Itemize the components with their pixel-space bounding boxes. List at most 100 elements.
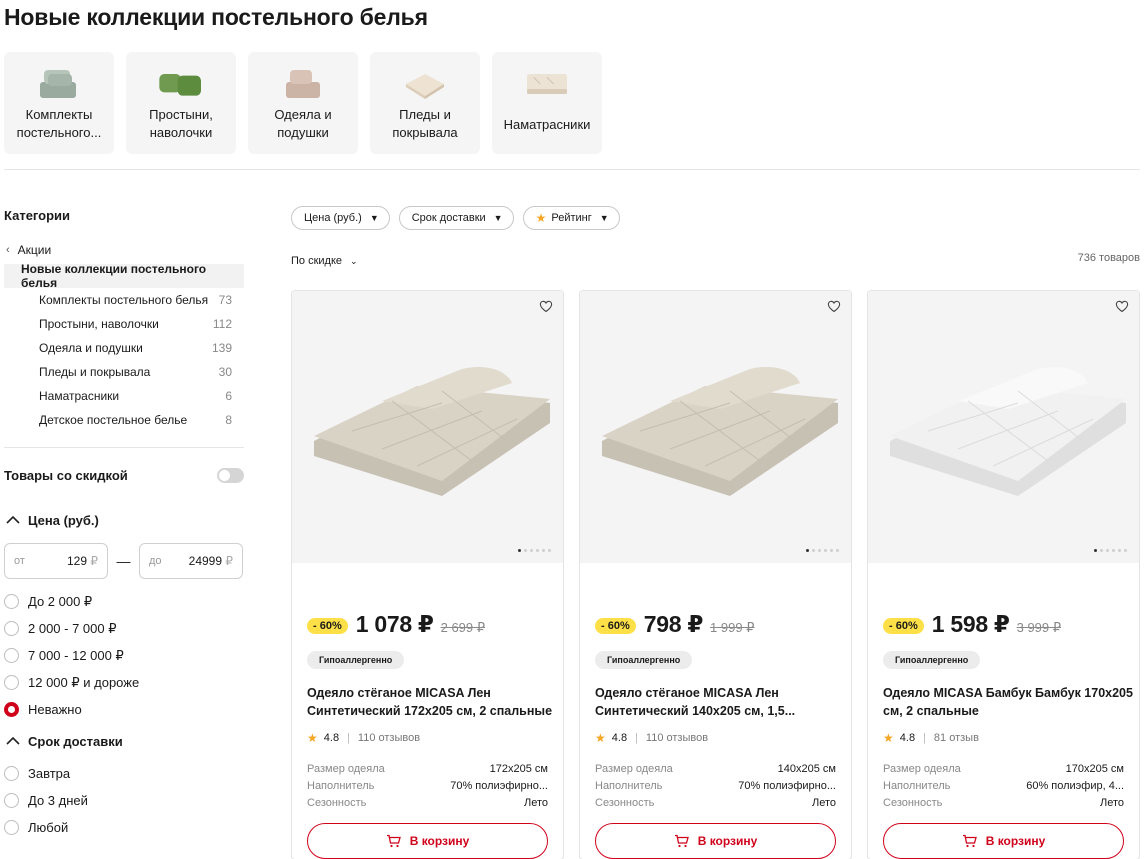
back-link-label: Акции bbox=[17, 243, 52, 257]
category-card-bedding-sets[interactable]: Комплекты постельного... bbox=[4, 52, 114, 154]
radio-label: Любой bbox=[28, 820, 69, 835]
subcategory-item[interactable]: Детское постельное белье 8 bbox=[39, 408, 232, 432]
rating-row: ★ 4.8 | 110 отзывов bbox=[307, 731, 420, 745]
spec-list: Размер одеяла 172x205 см Наполнитель 70% по… bbox=[307, 760, 548, 811]
subcategory-item[interactable]: Наматрасники 6 bbox=[39, 384, 232, 408]
discount-badge: - 60% bbox=[595, 618, 636, 634]
spec-row: Сезонность Лето bbox=[307, 794, 548, 811]
spec-value: Лето bbox=[811, 796, 836, 809]
image-pager[interactable] bbox=[518, 549, 551, 552]
reviews-link[interactable]: 110 отзывов bbox=[358, 732, 420, 744]
price-to-placeholder: до bbox=[149, 555, 162, 567]
product-image[interactable] bbox=[580, 291, 851, 563]
category-card-throws[interactable]: Пледы и покрывала bbox=[370, 52, 480, 154]
subcategory-item[interactable]: Одеяла и подушки 139 bbox=[39, 336, 232, 360]
delivery-option[interactable]: Завтра bbox=[4, 760, 244, 787]
price-section-header[interactable]: Цена (руб.) bbox=[4, 510, 244, 530]
chevron-down-icon: ▼ bbox=[369, 213, 379, 223]
price-to-input[interactable]: до 24999 ₽ bbox=[139, 543, 243, 579]
star-icon: ★ bbox=[883, 731, 894, 745]
subcategory-item[interactable]: Пледы и покрывала 30 bbox=[39, 360, 232, 384]
cart-label: В корзину bbox=[409, 834, 470, 848]
rating-filter-chip[interactable]: ★ Рейтинг ▼ bbox=[522, 206, 620, 230]
chevron-up-icon bbox=[6, 515, 20, 524]
image-pager[interactable] bbox=[1094, 549, 1127, 552]
delivery-section-header[interactable]: Срок доставки bbox=[4, 731, 244, 751]
discount-filter-label: Товары со скидкой bbox=[4, 467, 128, 483]
spec-key: Сезонность bbox=[595, 796, 655, 809]
chevron-down-icon: ▼ bbox=[493, 213, 503, 223]
delivery-filter-chip[interactable]: Срок доставки ▼ bbox=[398, 206, 514, 230]
price-option[interactable]: До 2 000 ₽ bbox=[4, 588, 244, 615]
subcategory-count: 112 bbox=[212, 317, 232, 331]
add-to-cart-button[interactable]: В корзину bbox=[307, 823, 548, 859]
subcategory-count: 30 bbox=[218, 365, 232, 379]
delivery-option[interactable]: До 3 дней bbox=[4, 787, 244, 814]
hypoallergenic-tag: Гипоаллергенно bbox=[595, 651, 693, 669]
discount-toggle[interactable] bbox=[217, 467, 244, 483]
spec-key: Наполнитель bbox=[307, 779, 375, 792]
subcategory-item[interactable]: Комплекты постельного белья 73 bbox=[39, 288, 232, 312]
product-name[interactable]: Одеяло стёганое MICASA Лен Синтетический… bbox=[595, 684, 845, 720]
rating-value: 4.8 bbox=[323, 732, 340, 744]
spec-key: Размер одеяла bbox=[595, 762, 673, 775]
product-card[interactable]: - 60% 1 078 ₽ 2 699 ₽ Гипоаллергенно Оде… bbox=[291, 290, 564, 859]
subcategory-label: Наматрасники bbox=[39, 389, 120, 403]
product-name[interactable]: Одеяло стёганое MICASA Лен Синтетический… bbox=[307, 684, 557, 720]
price-option[interactable]: 12 000 ₽ и дороже bbox=[4, 669, 244, 696]
cart-icon bbox=[962, 834, 977, 848]
spec-key: Сезонность bbox=[883, 796, 943, 809]
old-price: 2 699 ₽ bbox=[440, 620, 486, 635]
subcategory-count: 139 bbox=[211, 341, 232, 355]
category-card-mattress-pads[interactable]: Наматрасники bbox=[492, 52, 602, 154]
add-to-cart-button[interactable]: В корзину bbox=[883, 823, 1124, 859]
category-card-blankets[interactable]: Одеяла и подушки bbox=[248, 52, 358, 154]
product-card[interactable]: - 60% 798 ₽ 1 999 ₽ Гипоаллергенно Одеял… bbox=[579, 290, 852, 859]
radio-icon bbox=[4, 594, 19, 609]
heart-icon[interactable] bbox=[1115, 299, 1129, 313]
current-price: 798 ₽ bbox=[643, 611, 704, 637]
delivery-option[interactable]: Любой bbox=[4, 814, 244, 841]
rating-value: 4.8 bbox=[899, 732, 916, 744]
heart-icon[interactable] bbox=[539, 299, 553, 313]
sort-dropdown[interactable]: По скидке ⌄ bbox=[291, 255, 358, 267]
spec-value: Лето bbox=[523, 796, 548, 809]
price-heading: Цена (руб.) bbox=[28, 512, 99, 528]
product-name[interactable]: Одеяло MICASA Бамбук Бамбук 170х205 см, … bbox=[883, 684, 1133, 720]
subcategory-item[interactable]: Простыни, наволочки 112 bbox=[39, 312, 232, 336]
radio-label: Завтра bbox=[28, 766, 71, 781]
category-label: Наматрасники bbox=[503, 117, 591, 132]
image-pager[interactable] bbox=[806, 549, 839, 552]
price-filter-chip[interactable]: Цена (руб.) ▼ bbox=[291, 206, 390, 230]
spec-key: Сезонность bbox=[307, 796, 367, 809]
spec-row: Наполнитель 70% полиэфирно... bbox=[595, 777, 836, 794]
chip-label: Срок доставки bbox=[411, 212, 486, 224]
price-row: - 60% 798 ₽ 1 999 ₽ bbox=[595, 611, 754, 638]
chevron-down-icon: ▼ bbox=[599, 213, 609, 223]
current-price: 1 078 ₽ bbox=[355, 611, 434, 637]
chevron-left-icon: ‹ bbox=[6, 244, 10, 256]
spec-row: Сезонность Лето bbox=[595, 794, 836, 811]
heart-icon[interactable] bbox=[827, 299, 841, 313]
price-option[interactable]: 2 000 - 7 000 ₽ bbox=[4, 615, 244, 642]
old-price: 1 999 ₽ bbox=[710, 620, 755, 635]
product-card[interactable]: - 60% 1 598 ₽ 3 999 ₽ Гипоаллергенно Оде… bbox=[867, 290, 1140, 859]
radio-label: 7 000 - 12 000 ₽ bbox=[28, 647, 124, 663]
add-to-cart-button[interactable]: В корзину bbox=[595, 823, 836, 859]
cart-label: В корзину bbox=[985, 834, 1046, 848]
category-card-sheets[interactable]: Простыни, наволочки bbox=[126, 52, 236, 154]
back-link-promotions[interactable]: ‹ Акции bbox=[4, 241, 244, 259]
currency-symbol: ₽ bbox=[225, 554, 233, 568]
spec-row: Наполнитель 60% полиэфир, 4... bbox=[883, 777, 1124, 794]
current-category[interactable]: Новые коллекции постельного белья bbox=[4, 262, 244, 290]
price-option[interactable]: 7 000 - 12 000 ₽ bbox=[4, 642, 244, 669]
price-from-input[interactable]: от 129 ₽ bbox=[4, 543, 108, 579]
spec-key: Наполнитель bbox=[595, 779, 663, 792]
cart-label: В корзину bbox=[697, 834, 758, 848]
star-icon: ★ bbox=[307, 731, 318, 745]
reviews-link[interactable]: 110 отзывов bbox=[646, 732, 708, 744]
reviews-link[interactable]: 81 отзыв bbox=[934, 732, 979, 744]
price-option-selected[interactable]: Неважно bbox=[4, 696, 244, 723]
product-image[interactable] bbox=[292, 291, 563, 563]
product-image[interactable] bbox=[868, 291, 1139, 563]
